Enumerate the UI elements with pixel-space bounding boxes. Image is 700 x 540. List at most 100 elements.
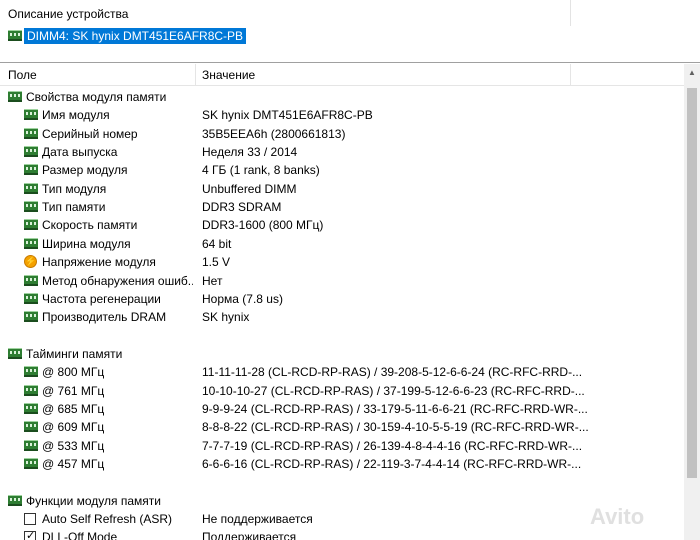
vertical-scrollbar[interactable]: ▲ [684, 64, 700, 540]
field-value: 10-10-10-27 (CL-RCD-RP-RAS) / 37-199-5-1… [202, 383, 585, 398]
memory-icon [24, 219, 38, 231]
field-name: Частота регенерации [42, 291, 161, 306]
field-name: Тайминги памяти [26, 346, 123, 361]
memory-icon [24, 146, 38, 158]
field-name: @ 609 МГц [42, 420, 105, 435]
section-header[interactable]: Функции модуля памяти [0, 492, 684, 510]
field-name: Тип модуля [42, 181, 107, 196]
memory-icon [24, 109, 38, 121]
property-row[interactable]: Тип памяти DDR3 SDRAM [0, 198, 684, 216]
memory-icon [24, 402, 38, 414]
memory-icon [24, 274, 38, 286]
memory-icon [24, 311, 38, 323]
field-name: Серийный номер [42, 126, 138, 141]
memory-icon [24, 421, 38, 433]
timing-row[interactable]: @ 685 МГц 9-9-9-24 (CL-RCD-RP-RAS) / 33-1… [0, 400, 684, 418]
field-name: Свойства модуля памяти [26, 90, 167, 104]
field-value: 8-8-8-22 (CL-RCD-RP-RAS) / 30-159-4-10-5… [202, 420, 589, 435]
column-divider[interactable] [570, 64, 571, 85]
selected-device[interactable]: DIMM4: SK hynix DMT451E6AFR8C-PB [8, 27, 247, 44]
property-row[interactable]: Тип модуля Unbuffered DIMM [0, 180, 684, 198]
field-name: Метод обнаружения ошиб... [42, 273, 193, 288]
timing-row[interactable]: @ 761 МГц 10-10-10-27 (CL-RCD-RP-RAS) / 3… [0, 382, 684, 400]
field-name: @ 685 МГц [42, 401, 105, 416]
memory-icon [24, 164, 38, 176]
memory-icon [8, 30, 22, 41]
column-header: Поле Значение [0, 64, 684, 86]
property-row[interactable]: Ширина модуля 64 bit [0, 235, 684, 253]
scroll-thumb[interactable] [687, 88, 697, 478]
scroll-up-icon[interactable]: ▲ [688, 68, 696, 77]
timing-row[interactable]: @ 457 МГц 6-6-6-16 (CL-RCD-RP-RAS) / 22-1… [0, 455, 684, 473]
memory-icon [24, 366, 38, 378]
description-title: Описание устройства [8, 7, 129, 21]
checkbox-icon[interactable] [24, 529, 36, 540]
field-value: Не поддерживается [202, 512, 313, 527]
field-name: Тип памяти [42, 200, 106, 215]
memory-icon [24, 384, 38, 396]
feature-row[interactable]: Auto Self Refresh (ASR) Не поддерживается [0, 510, 684, 528]
column-divider[interactable] [195, 64, 196, 85]
section-header[interactable]: Свойства модуля памяти [0, 88, 684, 106]
property-row[interactable]: Метод обнаружения ошиб... Нет [0, 272, 684, 290]
timing-row[interactable]: @ 533 МГц 7-7-7-19 (CL-RCD-RP-RAS) / 26-1… [0, 437, 684, 455]
property-row[interactable]: Частота регенерации Норма (7.8 us) [0, 290, 684, 308]
memory-icon [8, 91, 22, 102]
field-value: SK hynix DMT451E6AFR8C-PB [202, 108, 373, 123]
memory-icon [24, 201, 38, 213]
memory-icon [24, 292, 38, 304]
memory-icon [8, 347, 22, 359]
column-field[interactable]: Поле [8, 68, 37, 82]
property-row[interactable]: Размер модуля 4 ГБ (1 rank, 8 banks) [0, 161, 684, 179]
checkbox-icon[interactable] [24, 513, 36, 526]
field-value: 9-9-9-24 (CL-RCD-RP-RAS) / 33-179-5-11-6… [202, 401, 588, 416]
memory-icon [24, 182, 38, 194]
property-row[interactable]: Скорость памяти DDR3-1600 (800 МГц) [0, 216, 684, 234]
column-value[interactable]: Значение [202, 68, 255, 82]
field-name: @ 457 МГц [42, 457, 105, 471]
field-name: DLL-Off Mode [42, 530, 118, 540]
field-value: SK hynix [202, 310, 250, 325]
field-name: Скорость памяти [42, 218, 138, 233]
field-name: Напряжение модуля [42, 255, 156, 270]
field-name: Дата выпуска [42, 145, 118, 160]
field-value: DDR3 SDRAM [202, 200, 282, 215]
field-name: @ 800 МГц [42, 365, 105, 380]
memory-icon [8, 494, 22, 506]
field-name: Производитель DRAM [42, 310, 167, 325]
memory-icon [24, 127, 38, 139]
device-description-panel: Описание устройства DIMM4: SK hynix DMT4… [0, 0, 700, 63]
property-row[interactable]: Серийный номер 35B5EEA6h (2800661813) [0, 125, 684, 143]
memory-icon [24, 237, 38, 249]
memory-icon [24, 458, 38, 469]
property-row[interactable]: Имя модуля SK hynix DMT451E6AFR8C-PB [0, 106, 684, 124]
field-name: @ 533 МГц [42, 438, 105, 453]
field-value: Норма (7.8 us) [202, 291, 283, 306]
timing-row[interactable]: @ 609 МГц 8-8-8-22 (CL-RCD-RP-RAS) / 30-1… [0, 418, 684, 436]
field-name: Имя модуля [42, 108, 110, 123]
voltage-icon: ⚡ [24, 255, 37, 269]
field-value: 4 ГБ (1 rank, 8 banks) [202, 163, 320, 178]
property-list: Свойства модуля памяти Имя модуля SK hynix… [0, 88, 684, 540]
property-row[interactable]: Производитель DRAM SK hynix [0, 308, 684, 326]
field-value: 35B5EEA6h (2800661813) [202, 126, 346, 141]
field-value: DDR3-1600 (800 МГц) [202, 218, 324, 233]
field-name: Auto Self Refresh (ASR) [42, 512, 173, 527]
section-header[interactable]: Тайминги памяти [0, 345, 684, 363]
field-value: 64 bit [202, 236, 232, 251]
field-name: Размер модуля [42, 163, 128, 178]
field-value: Unbuffered DIMM [202, 181, 297, 196]
timing-row[interactable]: @ 800 МГц 11-11-11-28 (CL-RCD-RP-RAS) / 3… [0, 363, 684, 381]
field-value: Поддерживается [202, 530, 297, 540]
field-name: @ 761 МГц [42, 383, 105, 398]
property-row[interactable]: Дата выпуска Неделя 33 / 2014 [0, 143, 684, 161]
watermark: Avito [590, 504, 645, 529]
field-value: Нет [202, 273, 223, 288]
field-value: 11-11-11-28 (CL-RCD-RP-RAS) / 39-208-5-1… [202, 365, 583, 380]
feature-row[interactable]: DLL-Off Mode Поддерживается [0, 528, 684, 540]
field-value: 6-6-6-16 (CL-RCD-RP-RAS) / 22-119-3-7-4-… [202, 457, 582, 471]
field-value: 1.5 V [202, 255, 231, 270]
description-divider [570, 0, 571, 26]
property-row[interactable]: ⚡ Напряжение модуля 1.5 V [0, 253, 684, 271]
field-name: Функции модуля памяти [26, 493, 161, 508]
